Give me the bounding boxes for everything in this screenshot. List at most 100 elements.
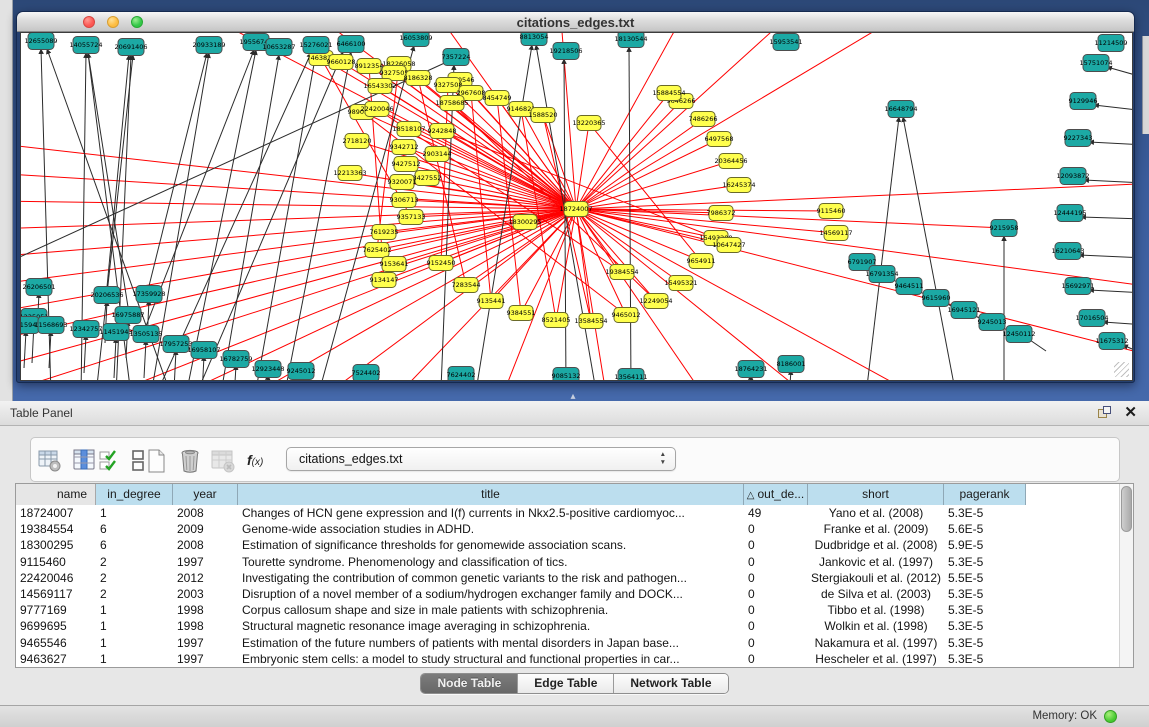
graph-node[interactable]: 8186328 [404, 71, 433, 86]
graph-node[interactable]: 18130544 [614, 33, 647, 48]
graph-node[interactable]: 16053809 [399, 33, 432, 47]
graph-node[interactable]: 16975887 [111, 307, 144, 324]
graph-node[interactable]: 9654911 [687, 254, 716, 269]
graph-node[interactable]: 18300295 [508, 215, 541, 230]
graph-node[interactable]: 9227343 [1064, 130, 1093, 147]
graph-node[interactable]: 10653287 [262, 39, 295, 56]
table-row[interactable]: 2242004622012Investigating the contribut… [16, 570, 1119, 586]
graph-node[interactable]: 22420046 [360, 102, 393, 117]
graph-node[interactable]: 16648794 [884, 101, 917, 118]
graph-node[interactable]: 13564111 [614, 369, 647, 382]
graph-node[interactable]: 19384554 [605, 265, 638, 280]
graph-node[interactable]: 11568693 [34, 317, 67, 334]
graph-node[interactable]: 9320071 [388, 175, 417, 190]
close-panel-icon[interactable]: ✕ [1124, 404, 1137, 422]
network-canvas[interactable]: 1872400774638229660128891235418226058932… [20, 32, 1133, 381]
table-row[interactable]: 1872400712008Changes of HCN gene express… [16, 505, 1119, 521]
graph-node[interactable]: 7624402 [447, 367, 476, 382]
column-header-pagerank[interactable]: pagerank [944, 484, 1026, 505]
graph-node[interactable]: 9153641 [380, 257, 409, 272]
graph-node[interactable]: 8454749 [483, 91, 512, 106]
graph-node[interactable]: 12655089 [24, 33, 57, 50]
graph-node[interactable]: 8813054 [520, 33, 549, 46]
graph-node[interactable]: 19218506 [549, 43, 582, 60]
graph-node[interactable]: 9357133 [397, 210, 426, 225]
graph-node[interactable]: 16958107 [187, 342, 220, 359]
table-row[interactable]: 946554611997Estimation of the future num… [16, 635, 1119, 651]
graph-node[interactable]: 9660128 [327, 55, 356, 70]
delete-icon[interactable] [177, 448, 203, 474]
table-row[interactable]: 1456911722003Disruption of a novel membe… [16, 586, 1119, 602]
network-window-titlebar[interactable]: citations_edges.txt [17, 12, 1134, 32]
vertical-scrollbar[interactable] [1119, 484, 1133, 667]
graph-node[interactable]: 13505135 [129, 326, 162, 343]
graph-node[interactable]: 7283544 [452, 278, 481, 293]
graph-node[interactable]: 8427552 [413, 171, 442, 186]
new-file-icon[interactable] [144, 448, 170, 474]
graph-node[interactable]: 14569117 [819, 226, 852, 241]
graph-node[interactable]: 9134147 [370, 273, 399, 288]
table-row[interactable]: 1830029562008Estimation of significance … [16, 537, 1119, 553]
graph-node[interactable]: 12342757 [69, 321, 102, 338]
graph-node[interactable]: 9615960 [922, 290, 951, 307]
column-header-year[interactable]: year [173, 484, 238, 505]
column-header-title[interactable]: title [238, 484, 744, 505]
graph-node[interactable]: 8521405 [542, 313, 571, 328]
graph-node[interactable]: 15495321 [664, 276, 697, 291]
graph-node[interactable]: 13584554 [574, 314, 607, 329]
graph-node[interactable]: 13220365 [572, 116, 605, 131]
graph-node[interactable]: 18758685 [435, 96, 468, 111]
tab-network-table[interactable]: Network Table [614, 674, 727, 693]
graph-node[interactable]: 7619235 [370, 225, 399, 240]
graph-node[interactable]: 15751074 [1079, 55, 1112, 72]
tab-node-table[interactable]: Node Table [421, 674, 518, 693]
graph-node[interactable]: 9215958 [990, 220, 1019, 237]
scrollbar-thumb[interactable] [1121, 486, 1132, 532]
graph-node[interactable]: 20206536 [90, 287, 123, 304]
graph-node[interactable]: 11675312 [1095, 333, 1128, 350]
table-row[interactable]: 1938455462009Genome-wide association stu… [16, 521, 1119, 537]
graph-node[interactable]: 12093872 [1056, 168, 1089, 185]
graph-node[interactable]: 9245013 [978, 314, 1007, 331]
resize-grip[interactable] [1114, 362, 1129, 377]
graph-node[interactable]: 16782759 [219, 351, 252, 368]
graph-node[interactable]: 7625402 [363, 243, 392, 258]
graph-node[interactable]: 9306713 [390, 193, 419, 208]
table-row[interactable]: 946362711997Embryonic stem cells: a mode… [16, 651, 1119, 667]
graph-node[interactable]: 16245374 [722, 178, 755, 193]
graph-node[interactable]: 6466100 [337, 36, 366, 53]
graph-node[interactable]: 18724007 [559, 202, 592, 217]
graph-node[interactable]: 14055724 [69, 37, 102, 54]
graph-node[interactable]: 20691406 [114, 39, 147, 56]
graph-node[interactable]: 16945121 [947, 302, 980, 319]
function-builder-icon[interactable]: f(x) [247, 452, 273, 478]
graph-node[interactable]: 11451943 [99, 324, 132, 341]
graph-node[interactable]: 18518107 [392, 122, 425, 137]
column-chooser-icon[interactable] [72, 448, 98, 474]
graph-node[interactable]: 15884554 [652, 86, 685, 101]
graph-node[interactable]: 15692971 [1061, 278, 1094, 295]
citation-graph[interactable]: 1872400774638229660128891235418226058932… [21, 33, 1133, 381]
graph-node[interactable]: 26206501 [22, 279, 55, 296]
graph-node[interactable]: 16791354 [865, 266, 898, 283]
graph-node[interactable]: 9135441 [477, 294, 506, 309]
graph-node[interactable]: 9245012 [287, 363, 316, 380]
splitter-handle[interactable]: ▴ [566, 392, 580, 401]
graph-node[interactable]: 2718120 [343, 134, 372, 149]
graph-node[interactable]: 16543302 [363, 79, 396, 94]
table-row[interactable]: 969969511998Structural magnetic resonanc… [16, 618, 1119, 634]
graph-node[interactable]: 7357224 [442, 49, 471, 66]
graph-node[interactable]: 7486266 [689, 112, 718, 127]
graph-node[interactable]: 7986372 [707, 206, 736, 221]
graph-node[interactable]: 18764231 [734, 361, 767, 378]
graph-node[interactable]: 17359928 [132, 286, 165, 303]
column-visibility-icon[interactable] [97, 448, 123, 474]
graph-node[interactable]: 1588520 [529, 108, 558, 123]
graph-node[interactable]: 9384551 [507, 306, 536, 321]
table-row[interactable]: 977716911998Corpus callosum shape and si… [16, 602, 1119, 618]
graph-node[interactable]: 9465012 [612, 308, 641, 323]
column-header-name[interactable]: name [16, 484, 96, 505]
graph-node[interactable]: 9085132 [552, 368, 581, 382]
graph-node[interactable]: 20933189 [192, 37, 225, 54]
graph-node[interactable]: 9464511 [895, 278, 924, 295]
